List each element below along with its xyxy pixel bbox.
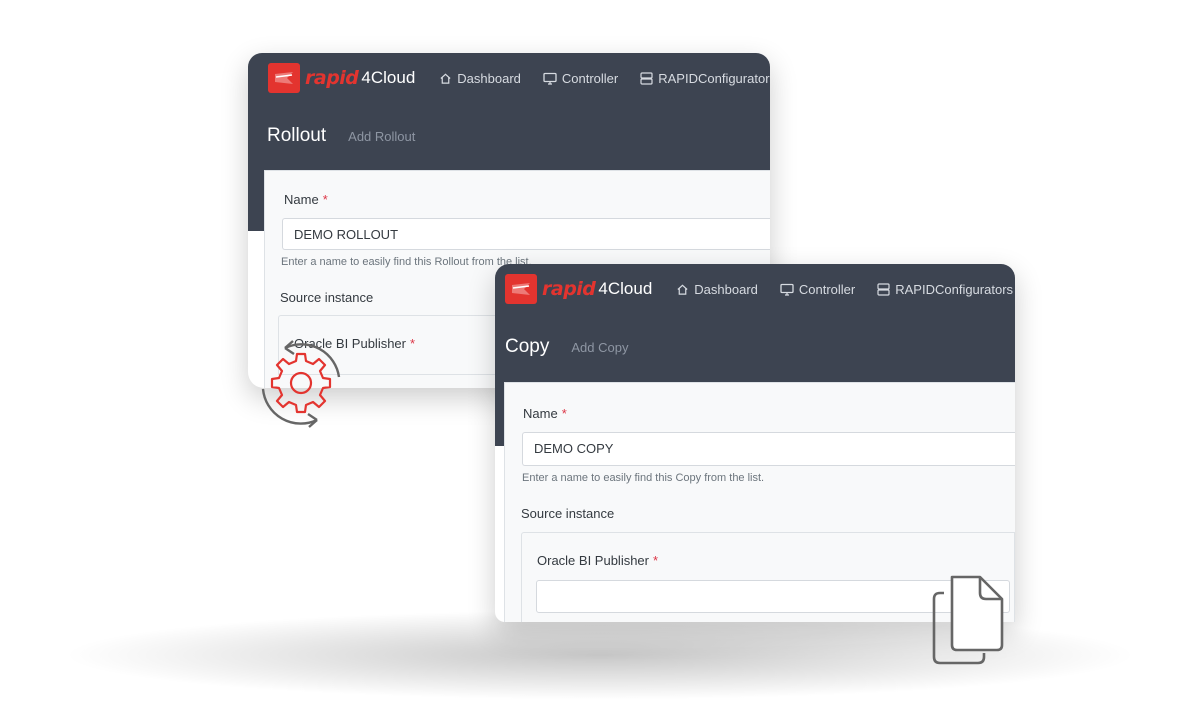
nav-dashboard[interactable]: Dashboard xyxy=(439,71,521,86)
nav-dashboard[interactable]: Dashboard xyxy=(676,282,758,297)
name-label-text: Name xyxy=(523,406,558,421)
brand-rapid-text: rapid xyxy=(305,67,359,89)
rollout-navbar: rapid 4Cloud Dashboard Controller RAPIDC… xyxy=(248,53,770,103)
nav-dashboard-label: Dashboard xyxy=(457,70,521,86)
brand-rapid-text: rapid xyxy=(542,278,596,300)
page-title: Rollout xyxy=(267,125,327,146)
nav-configurators[interactable]: RAPIDConfigurators xyxy=(640,71,770,86)
nav-configurators-label: RAPIDConfigurators xyxy=(658,70,770,86)
copy-window: rapid 4Cloud Dashboard Controller RAPIDC… xyxy=(495,264,1015,622)
brand-cloud-text: 4Cloud xyxy=(361,68,416,87)
server-icon xyxy=(640,71,653,85)
required-mark: * xyxy=(561,406,567,421)
page-subtitle: Add Copy xyxy=(571,340,629,355)
brand-logo[interactable]: rapid 4Cloud xyxy=(505,274,652,304)
nav-controller[interactable]: Controller xyxy=(543,71,618,86)
monitor-icon xyxy=(543,72,557,85)
oracle-label: Oracle BI Publisher * xyxy=(537,553,658,568)
home-icon xyxy=(440,73,451,84)
page-title: Copy xyxy=(505,336,550,357)
required-mark: * xyxy=(653,553,659,568)
copy-documents-icon xyxy=(932,575,1004,665)
name-input[interactable]: DEMO COPY xyxy=(522,432,1015,466)
nav-controller-label: Controller xyxy=(798,281,856,297)
nav-dashboard-label: Dashboard xyxy=(694,281,758,297)
monitor-icon xyxy=(780,283,794,296)
nav-controller-label: Controller xyxy=(561,70,619,86)
page-subtitle: Add Rollout xyxy=(348,129,416,144)
name-label: Name * xyxy=(523,406,567,421)
source-instance-title: Source instance xyxy=(280,290,374,305)
brand-logo[interactable]: rapid 4Cloud xyxy=(268,63,415,93)
name-help-text: Enter a name to easily find this Copy fr… xyxy=(522,472,765,484)
copy-navbar: rapid 4Cloud Dashboard Controller RAPIDC… xyxy=(495,264,1015,314)
gear-sync-icon xyxy=(261,340,341,428)
copy-subheader: Copy Add Copy xyxy=(495,336,1015,358)
brand-mark-icon xyxy=(505,274,537,304)
source-instance-title: Source instance xyxy=(521,506,615,521)
nav-configurators-label: RAPIDConfigurators xyxy=(895,281,1014,297)
nav-controller[interactable]: Controller xyxy=(780,282,855,297)
brand-cloud-text: 4Cloud xyxy=(598,279,653,298)
brand-mark-icon xyxy=(268,63,300,93)
nav-configurators[interactable]: RAPIDConfigurators xyxy=(877,282,1015,297)
required-mark: * xyxy=(322,192,328,207)
home-icon xyxy=(677,284,688,295)
oracle-label-text: Oracle BI Publisher xyxy=(537,553,649,568)
server-icon xyxy=(877,282,890,296)
name-label-text: Name xyxy=(284,192,319,207)
rollout-subheader: Rollout Add Rollout xyxy=(248,125,770,147)
name-label: Name * xyxy=(284,192,328,207)
required-mark: * xyxy=(410,336,416,351)
name-input[interactable]: DEMO ROLLOUT xyxy=(282,218,770,250)
